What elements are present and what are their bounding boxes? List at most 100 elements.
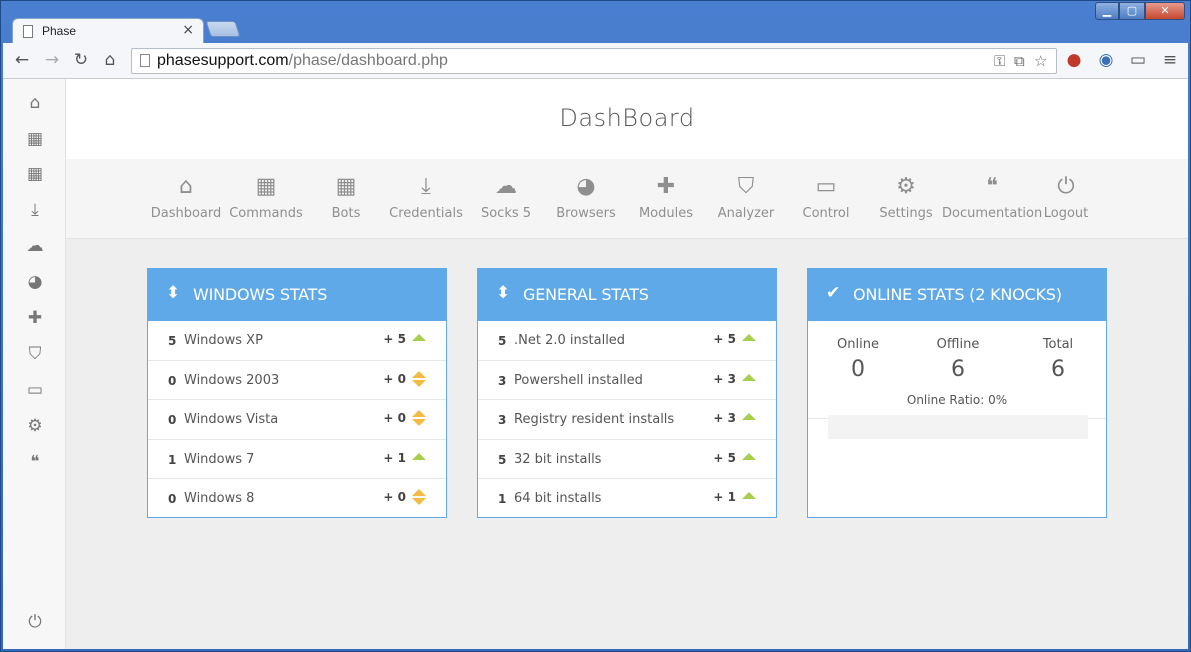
reload-icon[interactable]: ↻	[70, 49, 92, 71]
sidebar-download-icon[interactable]: ⤓	[23, 199, 47, 221]
sidebar-monitor-icon[interactable]: ▭	[23, 379, 47, 401]
puzzle-icon: ✚	[656, 174, 676, 199]
star-icon[interactable]: ☆	[1034, 52, 1047, 70]
panel-title: GENERAL STATS	[523, 285, 649, 304]
close-tab-icon[interactable]: ×	[182, 22, 194, 38]
stat-delta: + 5	[383, 332, 406, 346]
arrow-up-shape	[742, 413, 756, 421]
sidebar-globe-icon[interactable]: ◕	[23, 271, 47, 293]
calendar-icon: ▦	[255, 174, 277, 199]
sidebar-table-icon[interactable]: ▦	[23, 163, 47, 185]
nav-browsers[interactable]: ◕ Browsers	[541, 174, 631, 221]
online-value: 0	[851, 357, 865, 382]
panel-header[interactable]: ⬍ WINDOWS STATS	[148, 269, 446, 321]
sidebar-gears-icon[interactable]: ⚙	[23, 415, 47, 437]
nav-label: Credentials	[389, 206, 463, 221]
stat-label: Windows 2003	[184, 372, 280, 388]
download-icon: ⤓	[421, 174, 431, 199]
left-sidebar: ⌂ ▦ ▦ ⤓ ☁ ◕ ✚ ⛉ ▭ ⚙ ❝ ⏻	[3, 79, 66, 649]
url-text: phasesupport.com/phase/dashboard.php	[157, 52, 448, 70]
panel-header[interactable]: ⬍ GENERAL STATS	[478, 269, 776, 321]
sidebar-shield-icon[interactable]: ⛉	[23, 343, 47, 365]
arrow-up-shape	[742, 492, 756, 500]
nav-credentials[interactable]: ⤓ Credentials	[381, 174, 471, 221]
page-title: DashBoard	[559, 104, 695, 132]
nav-modules[interactable]: ✚ Modules	[621, 174, 711, 221]
maximize-button[interactable]: ▢	[1119, 2, 1145, 20]
new-tab-button[interactable]	[205, 21, 241, 37]
stat-row: 5 32 bit installs + 5	[478, 440, 776, 480]
stat-label: 64 bit installs	[514, 491, 602, 507]
trend-up-icon	[742, 331, 756, 347]
trend-up-icon	[412, 331, 426, 347]
nav-analyzer[interactable]: ⛉ Analyzer	[701, 174, 791, 221]
online-stat: Online 0	[808, 337, 908, 382]
nav-socks5[interactable]: ☁ Socks 5	[461, 174, 551, 221]
translate-icon[interactable]: ⧉	[1014, 52, 1025, 70]
stat-row: 0 Windows Vista + 0	[148, 400, 446, 440]
trend-up-icon	[742, 450, 756, 466]
stat-count: 0	[168, 373, 177, 388]
nav-settings[interactable]: ⚙ Settings	[861, 174, 951, 221]
top-nav: ⌂ Dashboard ▦ Commands ▦ Bots ⤓ Credentials …	[66, 159, 1188, 239]
minimize-button[interactable]: ▁	[1095, 2, 1119, 20]
stat-delta: + 5	[713, 332, 736, 346]
stat-row: 0 Windows 8 + 0	[148, 479, 446, 519]
arrow-up-shape	[742, 452, 756, 460]
total-label: Total	[1042, 337, 1074, 352]
sort-icon: ⬍	[166, 283, 181, 303]
sidebar-comments-icon[interactable]: ❝	[23, 451, 47, 473]
stat-label: Windows 8	[184, 491, 255, 507]
nav-dashboard[interactable]: ⌂ Dashboard	[141, 174, 231, 221]
address-bar[interactable]: phasesupport.com/phase/dashboard.php ⚿ ⧉…	[131, 48, 1057, 74]
stat-label: Registry resident installs	[514, 412, 675, 428]
sidebar-cloud-icon[interactable]: ☁	[23, 235, 47, 257]
online-label: Online	[837, 337, 879, 352]
stat-delta: + 0	[383, 371, 406, 386]
stat-delta: + 3	[713, 411, 736, 426]
arrow-up-shape	[412, 489, 426, 497]
sidebar-home-icon[interactable]: ⌂	[23, 92, 47, 114]
arrow-up-shape	[412, 452, 426, 460]
sidebar-power-icon[interactable]: ⏻	[23, 611, 47, 633]
stat-count: 1	[498, 492, 507, 507]
sidebar-calendar-icon[interactable]: ▦	[23, 128, 47, 150]
nav-label: Settings	[879, 206, 933, 221]
nav-label: Browsers	[556, 206, 616, 221]
home-icon[interactable]: ⌂	[99, 49, 121, 71]
extension-santa-icon[interactable]: ●	[1063, 49, 1085, 71]
cloud-icon: ☁	[495, 174, 517, 199]
stat-count: 5	[168, 334, 177, 348]
panel-header[interactable]: ✔ ONLINE STATS (2 KNOCKS)	[808, 269, 1106, 321]
nav-commands[interactable]: ▦ Commands	[221, 174, 311, 221]
stat-label: Powershell installed	[514, 372, 643, 388]
key-icon[interactable]: ⚿	[994, 52, 1005, 70]
close-window-button[interactable]: ✕	[1145, 2, 1185, 20]
stat-label: .Net 2.0 installed	[514, 333, 626, 348]
nav-label: Bots	[331, 206, 361, 221]
nav-bots[interactable]: ▦ Bots	[301, 174, 391, 221]
trend-neutral-icon	[412, 410, 426, 427]
stat-count: 1	[168, 452, 177, 467]
online-ratio-label: Online Ratio: 0%	[906, 393, 1008, 407]
page-icon	[23, 25, 33, 38]
cast-icon[interactable]: ▭	[1127, 49, 1149, 71]
gears-icon: ⚙	[896, 174, 916, 199]
check-icon: ✔	[826, 283, 841, 303]
windows-stats-list: 5 Windows XP + 5 0 Windows 2003 + 0 0 Windows V…	[148, 321, 446, 519]
nav-logout[interactable]: ⏻ Logout	[1021, 174, 1111, 221]
sidebar-puzzle-icon[interactable]: ✚	[23, 307, 47, 329]
extension-globe-icon[interactable]: ◉	[1095, 49, 1117, 71]
forward-icon[interactable]: →	[41, 49, 63, 71]
page-icon	[140, 54, 150, 67]
tab-strip: Phase × ▁ ▢ ✕	[1, 1, 1191, 44]
arrow-up-shape	[742, 334, 756, 341]
back-icon[interactable]: ←	[11, 49, 33, 71]
browser-tab[interactable]: Phase ×	[12, 18, 204, 44]
stat-label: Windows XP	[184, 333, 263, 348]
general-stats-list: 5 .Net 2.0 installed + 5 3 Powershell instal…	[478, 321, 776, 519]
stat-row: 3 Registry resident installs + 3	[478, 400, 776, 440]
online-ratio-progress	[828, 415, 1088, 439]
menu-icon[interactable]: ≡	[1159, 49, 1181, 71]
nav-control[interactable]: ▭ Control	[781, 174, 871, 221]
